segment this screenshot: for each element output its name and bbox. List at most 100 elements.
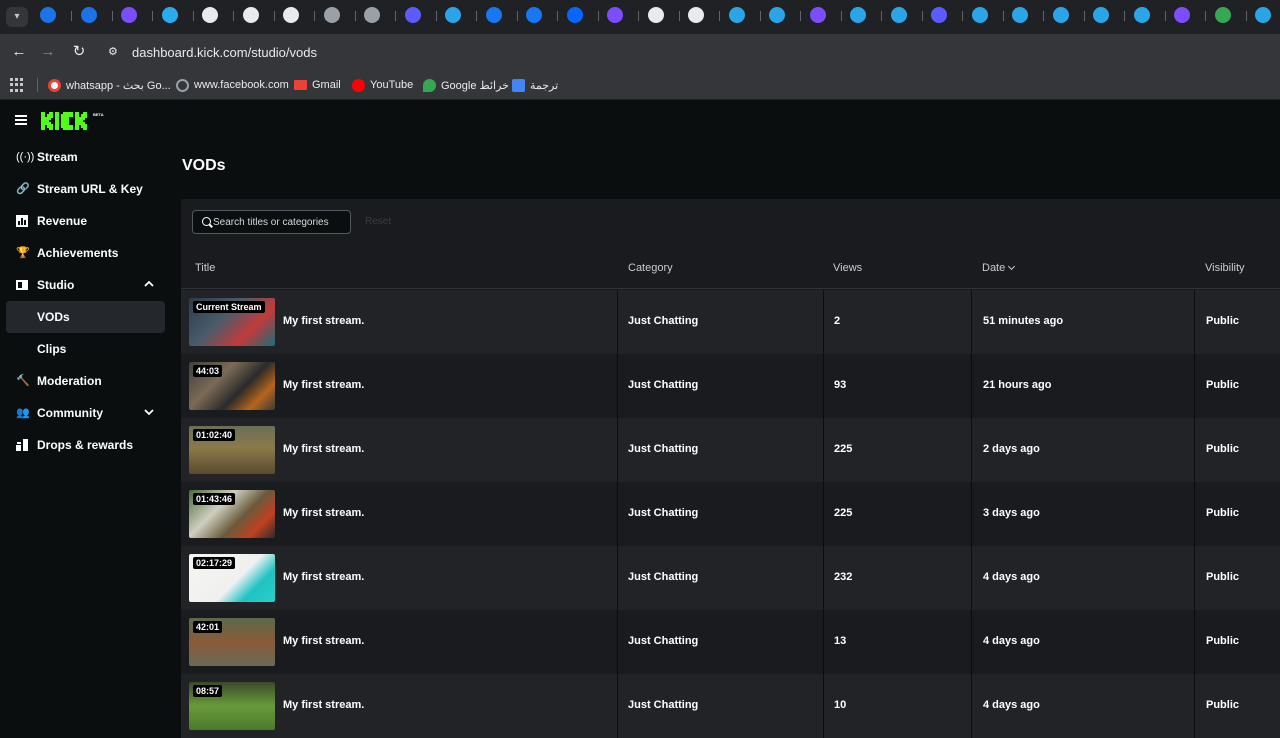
menu-icon[interactable] — [15, 115, 27, 125]
browser-tab[interactable] — [364, 7, 380, 23]
browser-tab[interactable] — [931, 7, 947, 23]
table-row[interactable]: 01:43:46 My first stream. Just Chatting 225… — [181, 482, 1280, 546]
vod-title[interactable]: My first stream. — [283, 379, 364, 391]
address-bar[interactable]: ⚙ dashboard.kick.com/studio/vods — [100, 38, 1280, 66]
bookmark-gmail[interactable]: Gmail — [294, 77, 341, 93]
browser-tab[interactable] — [728, 7, 745, 23]
column-header-category[interactable]: Category — [628, 262, 673, 274]
browser-tab[interactable] — [971, 7, 988, 23]
kick-logo[interactable]: BETA — [41, 110, 107, 130]
browser-tab[interactable] — [647, 7, 664, 23]
vod-thumbnail[interactable]: 01:43:46 — [189, 490, 275, 538]
vod-visibility[interactable]: Public — [1206, 315, 1239, 327]
vod-thumbnail[interactable]: 42:01 — [189, 618, 275, 666]
browser-tab[interactable] — [1174, 7, 1190, 23]
vod-visibility[interactable]: Public — [1206, 379, 1239, 391]
browser-tab[interactable] — [607, 7, 623, 23]
sort-down-icon[interactable] — [1008, 262, 1016, 271]
chevron-up-icon[interactable] — [143, 278, 155, 290]
vod-thumbnail[interactable]: 02:17:29 — [189, 554, 275, 602]
table-row[interactable]: Current Stream My first stream. Just Chatt… — [181, 290, 1280, 354]
vod-category: Just Chatting — [628, 507, 699, 519]
apps-grid-icon[interactable] — [10, 78, 24, 92]
browser-tab[interactable] — [1133, 7, 1150, 23]
browser-tab[interactable] — [850, 7, 866, 23]
vod-visibility[interactable]: Public — [1206, 507, 1239, 519]
column-header-views[interactable]: Views — [833, 262, 862, 274]
sidebar-item-drops-rewards[interactable]: Drops & rewards — [6, 429, 165, 461]
bookmark-facebook[interactable]: www.facebook.com — [176, 77, 289, 93]
browser-tab[interactable] — [80, 7, 97, 23]
vod-thumbnail[interactable]: Current Stream — [189, 298, 275, 346]
link-icon: 🔗 — [16, 183, 30, 195]
browser-tab[interactable] — [283, 7, 299, 23]
search-input[interactable] — [213, 211, 348, 233]
browser-tab[interactable] — [566, 7, 583, 23]
bookmark-translate[interactable]: ترجمة — [512, 77, 558, 93]
table-row[interactable]: 42:01 My first stream. Just Chatting 13 4 da… — [181, 610, 1280, 674]
column-header-date[interactable]: Date — [982, 262, 1016, 274]
sidebar-item-moderation[interactable]: 🔨 Moderation — [6, 365, 165, 397]
column-header-visibility[interactable]: Visibility — [1205, 262, 1245, 274]
browser-tab[interactable] — [40, 7, 56, 23]
bookmark-google-maps[interactable]: Google خرائط — [423, 77, 509, 93]
sidebar-item-achievements[interactable]: 🏆 Achievements — [6, 237, 165, 269]
table-row[interactable]: 01:02:40 My first stream. Just Chatting 225… — [181, 418, 1280, 482]
vod-thumbnail[interactable]: 44:03 — [189, 362, 275, 410]
bookmark-youtube[interactable]: YouTube — [352, 77, 413, 93]
url-text[interactable]: dashboard.kick.com/studio/vods — [132, 45, 317, 60]
sidebar-item-clips[interactable]: Clips — [6, 333, 165, 365]
vod-visibility[interactable]: Public — [1206, 635, 1239, 647]
column-divider — [971, 674, 972, 738]
vod-title[interactable]: My first stream. — [283, 635, 364, 647]
vod-visibility[interactable]: Public — [1206, 571, 1239, 583]
chevron-down-icon[interactable] — [143, 406, 155, 418]
bookmark-whatsapp-search[interactable]: whatsapp - بحث Go... — [48, 77, 171, 93]
search-field[interactable] — [192, 210, 351, 234]
sidebar-item-studio[interactable]: Studio — [6, 269, 165, 301]
sidebar-item-stream[interactable]: ((·)) Stream — [6, 141, 165, 173]
column-header-title[interactable]: Title — [195, 262, 215, 274]
table-row[interactable]: 08:57 My first stream. Just Chatting 10 4 da… — [181, 674, 1280, 738]
browser-tab[interactable] — [1012, 7, 1028, 23]
browser-tab[interactable] — [1255, 7, 1271, 23]
sidebar-item-revenue[interactable]: Revenue — [6, 205, 165, 237]
reset-button[interactable]: Reset — [365, 216, 391, 227]
sidebar-item-stream-url-key[interactable]: 🔗 Stream URL & Key — [6, 173, 165, 205]
table-row[interactable]: 44:03 My first stream. Just Chatting 93 21 h… — [181, 354, 1280, 418]
browser-tab[interactable] — [121, 7, 137, 23]
vod-title[interactable]: My first stream. — [283, 443, 364, 455]
sidebar-item-community[interactable]: 👥 Community — [6, 397, 165, 429]
browser-tab[interactable] — [323, 7, 340, 23]
vod-title[interactable]: My first stream. — [283, 507, 364, 519]
vod-title[interactable]: My first stream. — [283, 315, 364, 327]
browser-tab[interactable] — [445, 7, 461, 23]
vod-title[interactable]: My first stream. — [283, 699, 364, 711]
site-info-icon[interactable]: ⚙ — [108, 45, 122, 59]
browser-tab[interactable] — [404, 7, 421, 23]
reload-icon[interactable]: ↻ — [70, 43, 88, 61]
forward-icon[interactable]: → — [39, 43, 57, 61]
vod-title[interactable]: My first stream. — [283, 571, 364, 583]
browser-tab[interactable] — [485, 7, 502, 23]
browser-tab[interactable] — [1052, 7, 1069, 23]
tab-search-button[interactable]: ▾ — [6, 7, 28, 27]
browser-tab[interactable] — [769, 7, 785, 23]
browser-tab[interactable] — [1093, 7, 1109, 23]
vod-thumbnail[interactable]: 01:02:40 — [189, 426, 275, 474]
browser-tab[interactable] — [1214, 7, 1231, 23]
back-icon[interactable]: ← — [10, 43, 28, 61]
browser-tab[interactable] — [688, 7, 704, 23]
table-row[interactable]: 02:17:29 My first stream. Just Chatting 232… — [181, 546, 1280, 610]
browser-tab[interactable] — [202, 7, 218, 23]
browser-tab[interactable] — [161, 7, 178, 23]
browser-tab[interactable] — [242, 7, 259, 23]
browser-tab[interactable] — [526, 7, 542, 23]
vod-visibility[interactable]: Public — [1206, 443, 1239, 455]
browser-tab[interactable] — [809, 7, 826, 23]
sidebar-item-vods[interactable]: VODs — [6, 301, 165, 333]
browser-tab[interactable] — [890, 7, 907, 23]
vod-visibility[interactable]: Public — [1206, 699, 1239, 711]
vod-thumbnail[interactable]: 08:57 — [189, 682, 275, 730]
vod-date: 2 days ago — [983, 443, 1040, 455]
